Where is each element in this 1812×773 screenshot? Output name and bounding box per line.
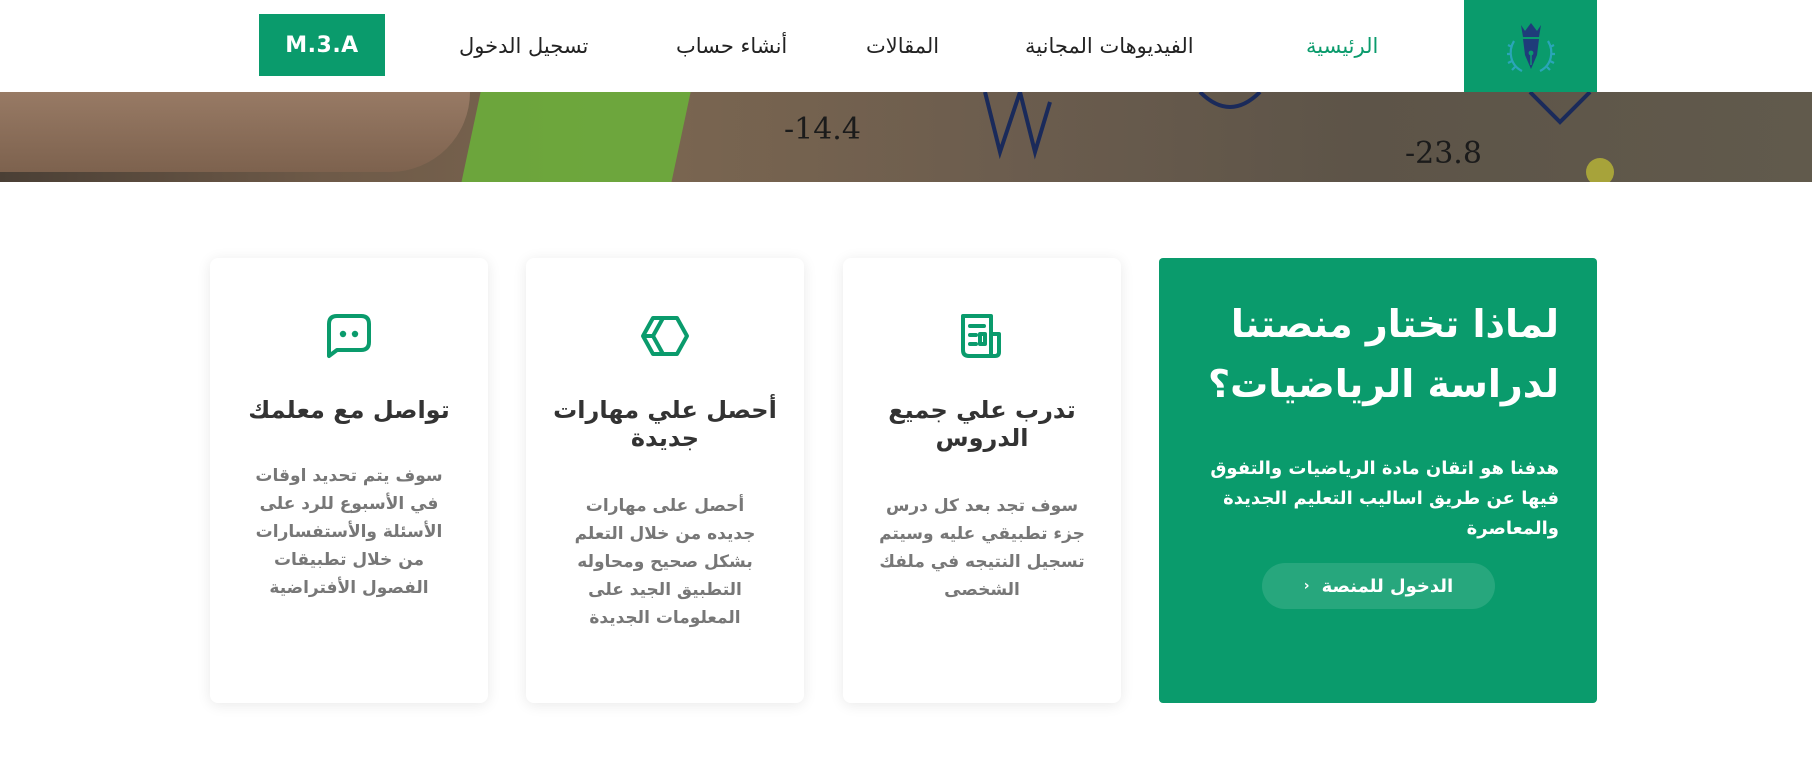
card-text: أحصل على مهارات جديده من خلال التعلم بشك… <box>574 496 756 628</box>
enter-platform-label: الدخول للمنصة <box>1321 575 1454 597</box>
why-choose-card: لماذا تختار منصتنا لدراسة الرياضيات؟ هدف… <box>1159 258 1597 703</box>
brand-button[interactable]: M.3.A <box>259 14 385 76</box>
enter-platform-button[interactable]: الدخول للمنصة ‹ <box>1262 563 1495 609</box>
chat-icon <box>327 314 371 358</box>
chevron-left-icon: ‹ <box>1303 578 1310 594</box>
card-title: تواصل مع معلمك <box>248 396 450 424</box>
hero-number: -23.8 <box>1405 136 1482 171</box>
fountain-pen-crown-icon <box>1506 23 1555 72</box>
site-logo[interactable] <box>1464 0 1597 92</box>
card-text: سوف تجد بعد كل درس جزء تطبيقي عليه وسيتم… <box>879 496 1085 600</box>
hero-scribbles <box>983 92 1614 182</box>
document-icon <box>961 314 1001 358</box>
nav-login[interactable]: تسجيل الدخول <box>459 0 588 92</box>
nav-articles[interactable]: المقالات <box>866 0 939 92</box>
nav-free-videos[interactable]: الفيديوهات المجانية <box>1025 0 1194 92</box>
cube-icon <box>641 316 689 356</box>
card-title: تدرب علي جميع الدروس <box>888 396 1076 452</box>
hero-number: -14.4 <box>784 112 861 147</box>
why-description: هدفنا هو اتقان مادة الرياضيات والتفوق في… <box>1210 458 1559 539</box>
card-text: سوف يتم تحديد اوقات في الأسبوع للرد على … <box>255 466 443 598</box>
feature-card-practice: تدرب علي جميع الدروس سوف تجد بعد كل درس … <box>843 258 1121 703</box>
feature-card-skills: أحصل علي مهارات جديدة أحصل على مهارات جد… <box>526 258 804 703</box>
why-title: لماذا تختار منصتنا لدراسة الرياضيات؟ <box>1208 302 1559 406</box>
hero-image-strip: -14.4 -23.8 <box>0 92 1812 182</box>
nav-create-account[interactable]: أنشاء حساب <box>676 0 787 92</box>
feature-card-contact-teacher: تواصل مع معلمك سوف يتم تحديد اوقات في ال… <box>210 258 488 703</box>
card-title: أحصل علي مهارات جديدة <box>553 396 777 452</box>
nav-home[interactable]: الرئيسية <box>1306 0 1378 92</box>
site-header: M.3.A تسجيل الدخول أنشاء حساب المقالات ا… <box>0 0 1812 92</box>
